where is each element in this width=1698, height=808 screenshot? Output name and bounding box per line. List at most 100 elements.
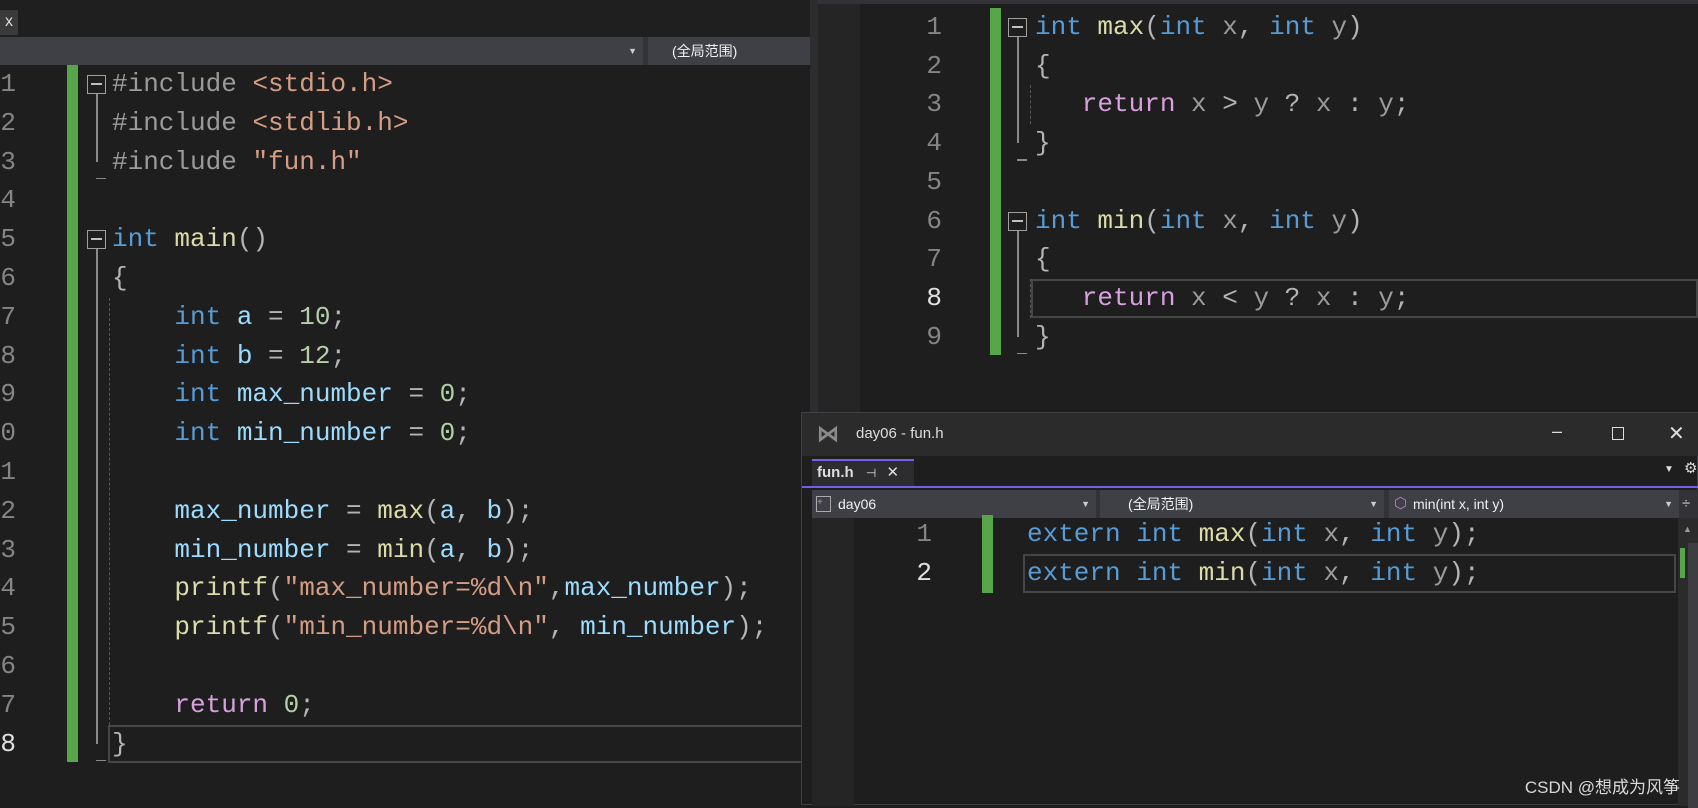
indent-guide bbox=[109, 297, 110, 725]
scroll-thumb[interactable] bbox=[1688, 543, 1698, 808]
code-token: max_number bbox=[236, 379, 393, 410]
code-token: ; bbox=[455, 379, 471, 410]
fold-line bbox=[96, 249, 98, 744]
left-member-dropdown[interactable]: ▼ bbox=[0, 37, 643, 65]
watermark: CSDN @想成为风筝 bbox=[1524, 778, 1680, 797]
code-token: ( bbox=[424, 534, 440, 565]
float-nav-bar: + day06 ▼ (全局范围) ▼ ⬡ min(int x, int y) ▼ ÷ bbox=[812, 490, 1698, 518]
code-token: b bbox=[236, 340, 253, 371]
member-dropdown[interactable]: ⬡ min(int x, int y) ▼ bbox=[1389, 490, 1679, 518]
change-bar bbox=[990, 8, 1001, 355]
tab-list-dropdown-icon[interactable]: ▼ bbox=[1664, 464, 1674, 475]
split-icon[interactable]: ÷ bbox=[1682, 490, 1690, 518]
line-number: 8 bbox=[0, 340, 16, 371]
code-token: "min_number=%d\n" bbox=[283, 612, 549, 643]
line-number: 12 bbox=[0, 495, 16, 526]
code-token: ; bbox=[455, 418, 471, 449]
code-token: return bbox=[112, 689, 284, 720]
line-number: 6 bbox=[0, 263, 16, 293]
maximize-button[interactable] bbox=[1612, 427, 1624, 440]
change-bar bbox=[982, 515, 993, 593]
code-token: { bbox=[112, 263, 128, 293]
code-line: return 0; bbox=[112, 686, 314, 725]
float-gutter bbox=[812, 518, 854, 806]
code-token: ( bbox=[268, 573, 284, 604]
code-line: int a = 10; bbox=[112, 298, 346, 337]
current-line-highlight bbox=[108, 724, 810, 764]
line-number: 11 bbox=[0, 457, 16, 487]
code-line: #include "fun.h" bbox=[112, 143, 362, 182]
left-editor: x ▼ (全局范围) 1 #include <stdio.h> 2 #include … bbox=[0, 0, 810, 805]
scroll-change-marker bbox=[1680, 548, 1685, 578]
code-token: min_number bbox=[580, 612, 737, 643]
scope-label: (全局范围) bbox=[1128, 496, 1194, 512]
fold-end bbox=[96, 177, 106, 180]
code-token: int bbox=[112, 224, 175, 255]
line-number: 1 bbox=[0, 69, 16, 99]
pin-icon[interactable]: ⊣ bbox=[866, 466, 876, 480]
chevron-down-icon: ▼ bbox=[1081, 499, 1090, 509]
left-tab-strip bbox=[0, 0, 810, 37]
code-token: , bbox=[548, 612, 581, 643]
project-dropdown[interactable]: + day06 ▼ bbox=[812, 490, 1096, 518]
line-number: 7 bbox=[0, 301, 16, 332]
minimize-button[interactable]: – bbox=[1542, 421, 1572, 442]
code-token: <stdio.h> bbox=[252, 69, 393, 99]
change-bar bbox=[67, 65, 78, 762]
chevron-down-icon: ▼ bbox=[1369, 499, 1378, 509]
code-line: min_number = min(a, b); bbox=[112, 531, 533, 570]
window-title: day06 - fun.h bbox=[856, 425, 944, 442]
code-token: #include bbox=[112, 146, 253, 177]
line-number: 4 bbox=[0, 185, 16, 216]
fold-end bbox=[96, 759, 106, 762]
code-token: #include bbox=[112, 69, 253, 99]
code-token: 12 bbox=[299, 340, 331, 371]
code-token: , bbox=[455, 495, 487, 526]
code-line: max_number = max(a, b); bbox=[112, 492, 533, 531]
code-token: a bbox=[439, 534, 456, 565]
code-token: ); bbox=[502, 534, 534, 565]
code-token: = bbox=[252, 301, 300, 332]
code-token: a bbox=[236, 301, 253, 332]
visual-studio-logo-icon: ⋈ bbox=[817, 421, 839, 446]
code-token: max bbox=[377, 495, 425, 526]
tab-label: fun.h bbox=[817, 464, 854, 481]
scope-dropdown[interactable]: (全局范围) ▼ bbox=[1100, 490, 1384, 518]
code-token: min bbox=[377, 534, 425, 565]
scroll-up-icon[interactable]: ▲ bbox=[1683, 524, 1692, 534]
code-token: int bbox=[112, 418, 237, 449]
line-number: 18 bbox=[0, 728, 16, 759]
code-line: #include <stdio.h> bbox=[112, 65, 393, 104]
line-number: 15 bbox=[0, 612, 16, 643]
code-token: ( bbox=[268, 612, 284, 643]
right-top-bar bbox=[818, 0, 1698, 4]
fold-line bbox=[96, 94, 98, 162]
code-token: 10 bbox=[299, 301, 331, 332]
code-line: printf("max_number=%d\n",max_number); bbox=[112, 569, 751, 608]
line-number: 16 bbox=[0, 651, 16, 681]
tab-fun-h[interactable]: fun.h ⊣ ✕ bbox=[812, 459, 914, 486]
title-bar[interactable]: ⋈ day06 - fun.h – ✕ bbox=[802, 413, 1698, 456]
code-token: 0 bbox=[439, 418, 456, 449]
line-number: 3 bbox=[0, 146, 16, 177]
member-label: min(int x, int y) bbox=[1413, 496, 1505, 512]
close-button[interactable]: ✕ bbox=[1668, 421, 1685, 446]
code-token: 0 bbox=[283, 689, 300, 720]
code-line: { bbox=[112, 259, 128, 298]
code-token: = bbox=[330, 495, 378, 526]
code-line: #include <stdlib.h> bbox=[112, 104, 408, 143]
code-token: printf bbox=[112, 612, 269, 643]
gear-icon[interactable]: ⚙ bbox=[1684, 459, 1697, 477]
code-token: = bbox=[392, 379, 440, 410]
code-token: b bbox=[486, 534, 503, 565]
code-token: 0 bbox=[439, 379, 456, 410]
code-token: main bbox=[174, 224, 237, 255]
left-tab-close[interactable]: x bbox=[0, 10, 18, 35]
code-token: ); bbox=[502, 495, 534, 526]
tab-close-icon[interactable]: ✕ bbox=[886, 464, 899, 481]
code-token: , bbox=[548, 573, 565, 604]
code-token: max_number bbox=[112, 495, 331, 526]
left-scope-dropdown[interactable]: (全局范围) bbox=[648, 37, 810, 65]
line-number: 9 bbox=[0, 379, 16, 410]
vertical-scrollbar[interactable]: ▲ bbox=[1678, 518, 1698, 808]
